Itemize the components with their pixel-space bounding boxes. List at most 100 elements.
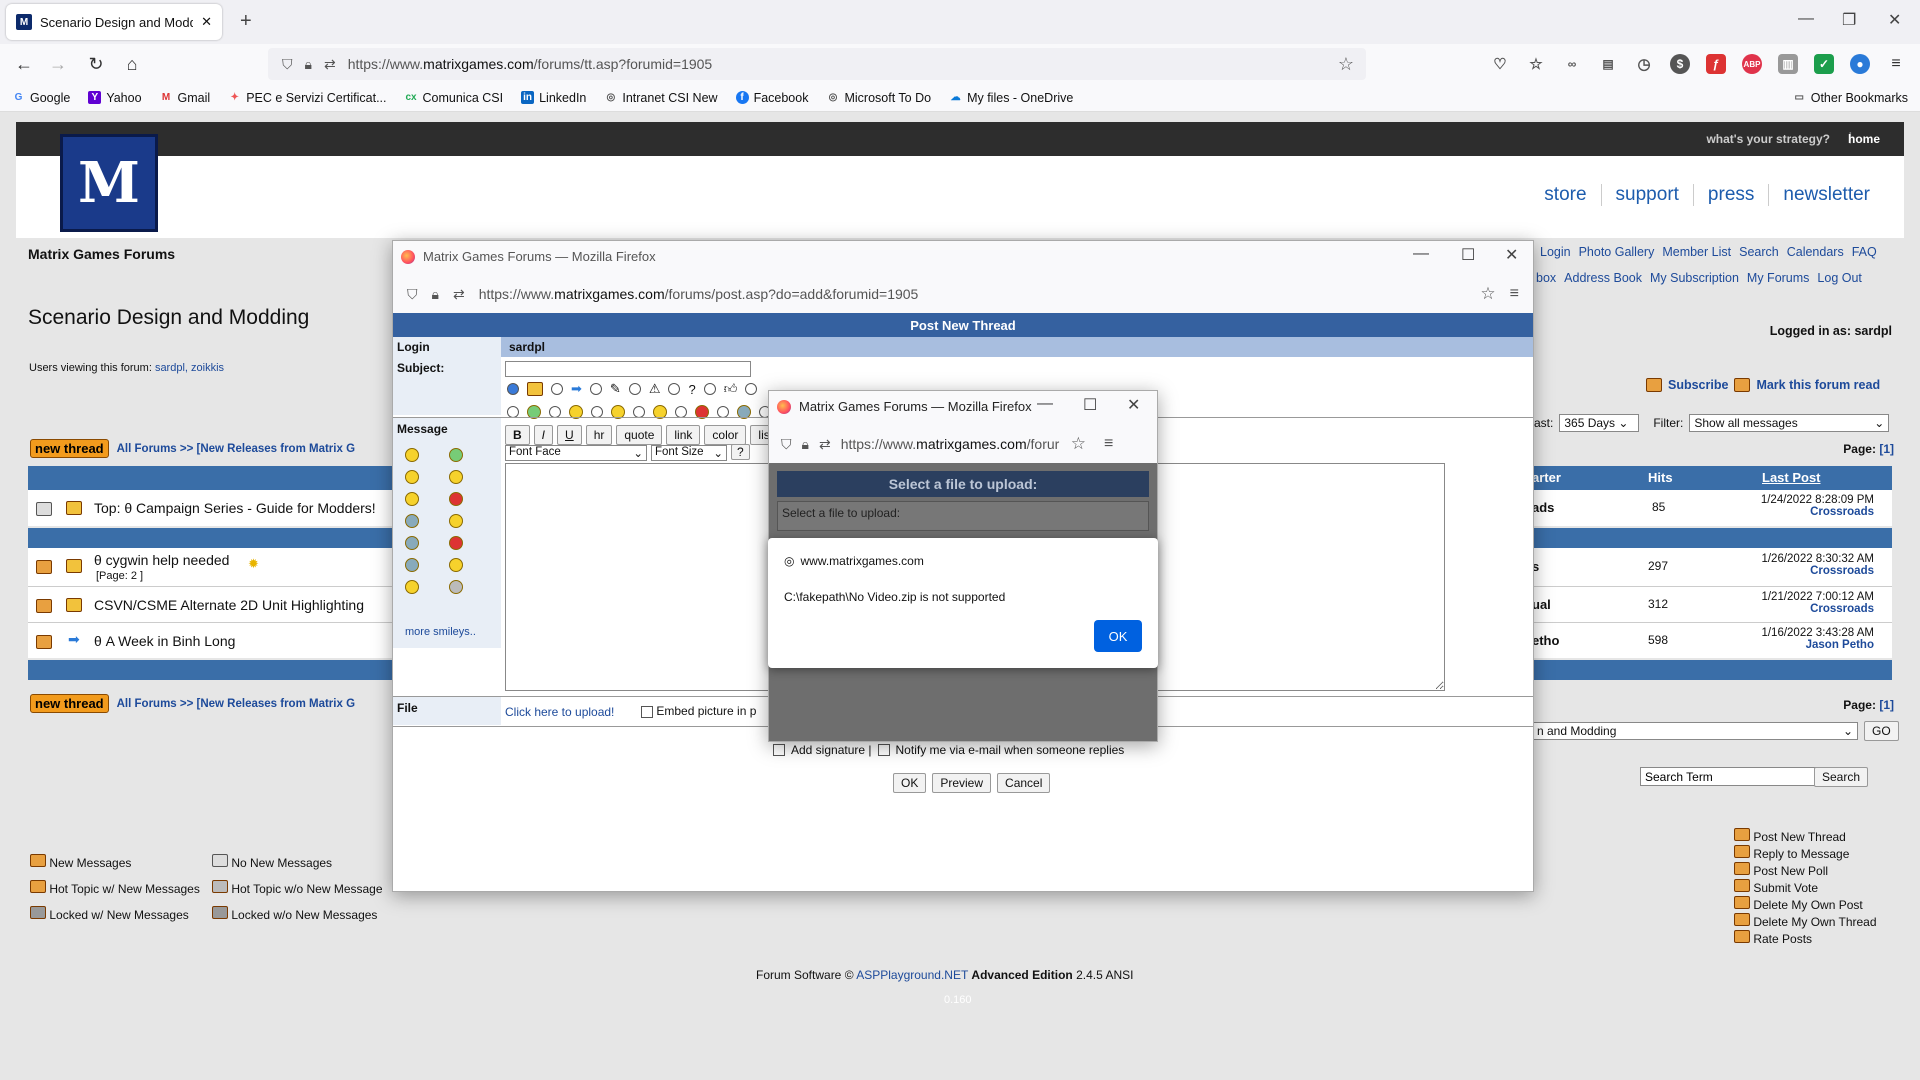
post-icon-radio[interactable] [589, 383, 602, 395]
font-face-select[interactable]: Font Face ⌄ [505, 445, 647, 461]
lock-icon[interactable]: 🔒︎ [432, 286, 439, 303]
bookmark-star-icon[interactable]: ☆ [1338, 54, 1354, 75]
thread-pages[interactable]: [Page: 2 ] [96, 570, 143, 582]
signature-checkbox[interactable] [773, 744, 785, 756]
menu-icon[interactable]: ≡ [1104, 435, 1113, 453]
maximize-icon[interactable]: ☐ [1461, 245, 1475, 265]
close-icon[interactable]: ✕ [1127, 395, 1140, 415]
login-link[interactable]: Login [1540, 245, 1571, 259]
forward-icon[interactable]: → [46, 52, 70, 76]
minimize-icon[interactable]: — [1413, 245, 1429, 263]
thread-starter[interactable]: ads [1532, 500, 1554, 515]
library-icon[interactable]: ▥ [1778, 54, 1798, 74]
mark-read-link[interactable]: Mark this forum read [1756, 378, 1880, 392]
shield-icon[interactable]: ⛉ [407, 286, 418, 303]
photo-gallery-link[interactable]: Photo Gallery [1579, 245, 1655, 259]
nav-newsletter[interactable]: newsletter [1768, 184, 1884, 206]
extension-mask-icon[interactable]: ∞ [1562, 54, 1582, 74]
upload-window-urlbar[interactable]: ⛉ 🔒︎ ⇄ https://www.matrixgames.com/forur… [769, 425, 1157, 463]
upload-link[interactable]: Click here to upload! [505, 705, 614, 719]
member-list-link[interactable]: Member List [1662, 245, 1731, 259]
smiley-icon[interactable] [449, 580, 463, 594]
post-icon-radio[interactable] [507, 383, 519, 395]
history-icon[interactable]: ◷ [1634, 54, 1654, 74]
smiley-icon[interactable] [405, 492, 419, 506]
url-text[interactable]: https://www.matrixgames.com/forums/post.… [479, 286, 919, 302]
bookmark-star-icon[interactable]: ☆ [1480, 284, 1495, 304]
url-text[interactable]: https://www.matrixgames.com/forur [841, 436, 1061, 452]
forum-jump-select[interactable]: n and Modding ⌄ [1532, 722, 1858, 740]
embed-checkbox[interactable] [641, 705, 653, 718]
close-icon[interactable]: ✕ [1505, 245, 1518, 265]
hr-button[interactable]: hr [585, 425, 613, 445]
go-button[interactable]: GO [1864, 721, 1899, 741]
faq-link[interactable]: FAQ [1852, 245, 1877, 259]
my-subscription-link[interactable]: My Subscription [1650, 271, 1739, 285]
shield-extension-icon[interactable]: ✓ [1814, 54, 1834, 74]
post-icon-radio[interactable] [745, 383, 758, 395]
post-ok-button[interactable]: OK [893, 773, 927, 793]
strategy-link[interactable]: what's your strategy? [1706, 132, 1830, 146]
menu-icon[interactable]: ≡ [1886, 54, 1906, 74]
bookmark-linkedin[interactable]: in LinkedIn [521, 91, 586, 105]
bookmarks-icon[interactable]: ☆ [1526, 54, 1546, 74]
post-icon-radio[interactable] [668, 383, 681, 395]
bookmark-comunica-csi[interactable]: cx Comunica CSI [405, 91, 503, 105]
permissions-icon[interactable]: ⇄ [324, 56, 336, 73]
bookmark-gmail[interactable]: M Gmail [160, 91, 210, 105]
bookmark-intranet[interactable]: ◎ Intranet CSI New [604, 91, 718, 105]
underline-button[interactable]: U [557, 425, 582, 445]
my-forums-link[interactable]: My Forums [1747, 271, 1810, 285]
menu-icon[interactable]: ≡ [1510, 285, 1519, 303]
thread-title[interactable]: θ cygwin help needed [94, 552, 229, 568]
home-link[interactable]: home [1848, 132, 1880, 146]
lock-icon[interactable]: 🔒︎ [305, 56, 312, 73]
smiley-icon[interactable] [449, 448, 463, 462]
restore-icon[interactable]: ❐ [1842, 10, 1856, 30]
nav-press[interactable]: press [1692, 184, 1768, 206]
address-book-link[interactable]: Address Book [1564, 271, 1642, 285]
bookmark-google[interactable]: G Google [12, 91, 71, 105]
flash-extension-icon[interactable]: ƒ [1706, 54, 1726, 74]
post-icon-radio[interactable] [703, 383, 716, 395]
tab-active[interactable]: M Scenario Design and Modding ✕ [6, 4, 222, 40]
home-icon[interactable]: ⌂ [120, 52, 144, 76]
smiley-icon[interactable] [449, 514, 463, 528]
thread-starter[interactable]: ual [1532, 597, 1551, 612]
font-size-select[interactable]: Font Size ⌄ [651, 445, 727, 461]
smiley-icon[interactable] [405, 536, 419, 550]
col-last-post[interactable]: Last Post [1762, 470, 1821, 485]
breadcrumb-bottom[interactable]: All Forums >> [New Releases from Matrix … [117, 698, 355, 710]
board-title[interactable]: Matrix Games Forums [28, 246, 175, 262]
quote-button[interactable]: quote [616, 425, 663, 445]
shield-icon[interactable]: ⛉ [282, 56, 293, 73]
maximize-icon[interactable]: ☐ [1083, 395, 1097, 415]
preview-button[interactable]: Preview [932, 773, 992, 793]
adblock-icon[interactable]: ABP [1742, 54, 1762, 74]
search-input[interactable] [1640, 767, 1838, 786]
close-tab-icon[interactable]: ✕ [201, 14, 212, 30]
post-icon-radio[interactable] [551, 383, 563, 395]
smiley-icon[interactable] [449, 492, 463, 506]
permissions-icon[interactable]: ⇄ [819, 436, 831, 453]
smiley-icon[interactable] [449, 536, 463, 550]
subscribe-link[interactable]: Subscribe [1668, 378, 1728, 392]
thread-title[interactable]: θ A Week in Binh Long [94, 633, 235, 649]
bookmark-pec[interactable]: ✦ PEC e Servizi Certificat... [228, 91, 386, 105]
lock-icon[interactable]: 🔒︎ [802, 436, 809, 453]
search-link[interactable]: Search [1739, 245, 1779, 259]
calendars-link[interactable]: Calendars [1787, 245, 1844, 259]
asp-link[interactable]: ASPPlayground.NET [856, 968, 968, 982]
post-icon-radio[interactable] [628, 383, 641, 395]
help-button[interactable]: ? [731, 444, 750, 460]
smiley-icon[interactable] [405, 580, 419, 594]
log-out-link[interactable]: Log Out [1817, 271, 1861, 285]
subject-input[interactable] [505, 361, 751, 377]
dollar-extension-icon[interactable]: $ [1670, 54, 1690, 74]
link-button[interactable]: link [666, 425, 701, 445]
close-window-icon[interactable]: ✕ [1888, 10, 1901, 30]
thread-starter[interactable]: etho [1532, 633, 1559, 648]
bookmark-star-icon[interactable]: ☆ [1071, 434, 1086, 454]
notify-checkbox[interactable] [877, 744, 890, 756]
bookmark-todo[interactable]: ◎ Microsoft To Do [826, 91, 931, 105]
